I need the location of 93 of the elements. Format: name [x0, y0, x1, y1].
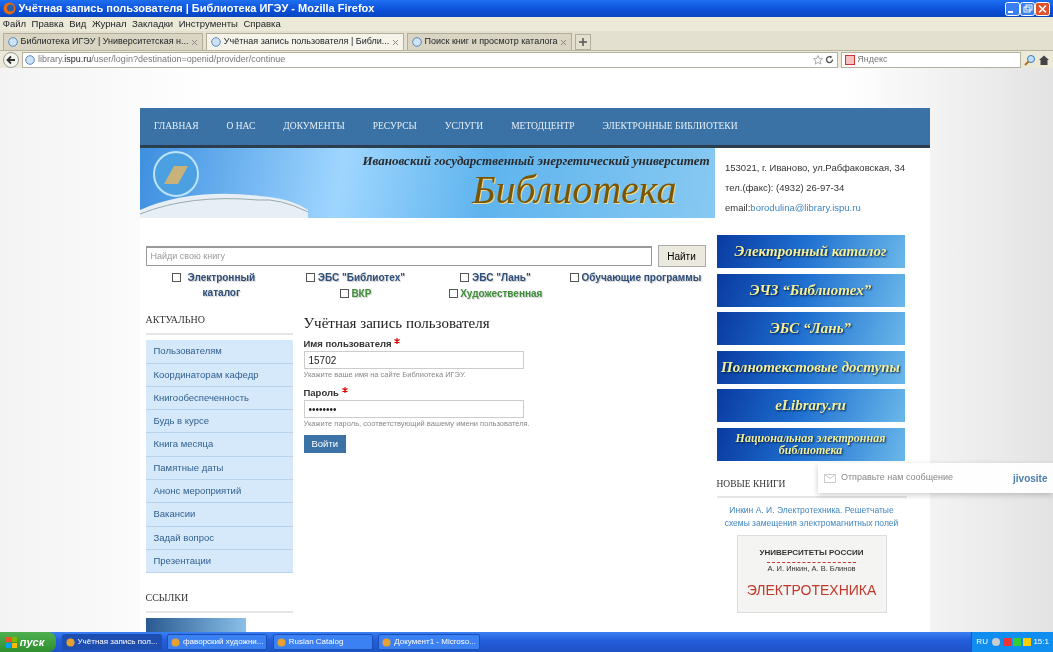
banner-title: Библиотека [472, 170, 677, 211]
checkbox[interactable] [172, 272, 182, 282]
resource-banner[interactable]: Электронный каталог [716, 235, 905, 268]
menu-item[interactable]: Правка [31, 16, 64, 32]
nav-link-item[interactable]: РЕСУРСЫ [372, 119, 417, 134]
sidebar-link[interactable]: Презентации [145, 549, 293, 574]
globe-icon [211, 37, 222, 47]
chat-widget[interactable]: Отправьте нам сообщение jivosite [818, 463, 1053, 493]
resource-banner[interactable]: eLibrary.ru [716, 389, 905, 422]
browser-tab[interactable]: Учётная запись пользователя | Библи... [206, 33, 404, 50]
contact-phone: тел.(факс): (4932) 26-97-34 [725, 181, 846, 195]
windows-logo-icon [6, 636, 17, 648]
sidebar-link[interactable]: Будь в курсе [145, 410, 293, 434]
home-icon[interactable] [1038, 53, 1051, 66]
browser-tab[interactable]: Поиск книг и просмотр каталога [406, 33, 573, 50]
nav-link-item[interactable]: УСЛУГИ [444, 119, 484, 134]
filter-label[interactable]: ВКР [351, 285, 372, 301]
menu-item[interactable]: Файл [2, 16, 27, 32]
sidebar-link[interactable]: Памятные даты [145, 456, 293, 481]
book-link[interactable]: Инкин А. И. Электротехника. Решетчатые схемы замещения электромагнитных полей [716, 503, 907, 530]
resource-banner[interactable]: ЭБС “Лань” [716, 312, 905, 345]
taskbar-button[interactable]: Документ1 - Microso... [378, 634, 480, 650]
nav-link-item[interactable]: МЕТОДЦЕНТР [511, 119, 575, 134]
globe-icon [7, 37, 18, 47]
start-button[interactable]: пуск [0, 632, 57, 652]
cover-title: ЭЛЕКТРОТЕХНИКА [746, 581, 877, 600]
app-icon [276, 637, 286, 647]
input-field[interactable]: •••••••• [303, 400, 524, 419]
checkbox[interactable] [448, 288, 458, 298]
email-link[interactable]: borodulina@library.ispu.ru [750, 198, 861, 218]
browser-logo-icon [2, 2, 16, 15]
app-icon [65, 637, 75, 647]
browser-tab[interactable]: Библиотека ИГЭУ | Университетская н... [2, 33, 204, 50]
checkbox[interactable] [339, 288, 349, 298]
new-tab-icon[interactable] [575, 34, 592, 50]
chat-brand: jivosite [1013, 471, 1048, 486]
close-icon[interactable] [392, 38, 399, 46]
cover-series: УНИВЕРСИТЕТЫ РОССИИ [759, 546, 864, 559]
minimize-icon[interactable] [1005, 1, 1021, 16]
field-label: Имя пользователя [303, 337, 530, 352]
form-title: Учётная запись пользователя [303, 313, 491, 333]
menu-item[interactable]: Инструменты [178, 16, 238, 32]
input-field[interactable]: 15702 [303, 351, 524, 370]
search-field[interactable]: Яндекс [840, 51, 1021, 68]
clock: 15:1 [1033, 636, 1049, 648]
window-title: Учётная запись пользователя | Библиотека ИГЭУ - Mozilla Firefox [18, 1, 376, 17]
app-icon [382, 637, 392, 647]
back-icon[interactable] [2, 51, 19, 68]
banner-subtitle: Ивановский государственный энергетический университет [362, 151, 710, 170]
search-button[interactable]: Найти [657, 245, 706, 267]
restore-icon[interactable] [1020, 1, 1036, 16]
taskbar-button[interactable]: фаворский художни... [167, 634, 268, 650]
email-label: email: [725, 201, 751, 215]
envelope-icon [823, 473, 836, 483]
section-heading: ССЫЛКИ [145, 589, 293, 613]
filter-label[interactable]: Обучающие программы [581, 269, 702, 285]
filter-label[interactable]: Электронный каталог [183, 269, 259, 301]
app-icon [171, 637, 181, 647]
checkbox[interactable] [460, 272, 470, 282]
sidebar-link[interactable]: Вакансии [145, 503, 293, 527]
globe-icon [411, 37, 422, 47]
resource-banner[interactable]: ЭЧЗ “Библиотех” [716, 273, 905, 307]
sidebar-link[interactable]: Пользователям [145, 340, 293, 364]
nav-link-item[interactable]: О НАС [226, 119, 256, 134]
checkbox[interactable] [306, 272, 316, 282]
checkbox[interactable] [569, 272, 579, 282]
nav-link-item[interactable]: ЭЛЕКТРОННЫЕ БИБЛИОТЕКИ [602, 119, 738, 134]
search-engine-icon [844, 54, 855, 65]
resource-banner[interactable]: Полнотекстовые доступы [716, 350, 905, 384]
menu-item[interactable]: Закладки [132, 16, 174, 32]
filter-label[interactable]: ЭБС "Лань" [472, 269, 531, 285]
resource-banner[interactable]: Национальная электронная библиотека [716, 427, 905, 461]
language-indicator[interactable]: RU [976, 636, 988, 648]
search-field[interactable]: Найди свою книгу [145, 246, 652, 266]
sidebar-link[interactable]: Книгообеспеченность [145, 386, 293, 411]
menu-item[interactable]: Справка [243, 16, 281, 32]
taskbar-button[interactable]: Ruslan Catalog [272, 634, 373, 650]
nav-link-item[interactable]: ДОКУМЕНТЫ [283, 119, 345, 134]
login-button[interactable]: Войти [303, 435, 347, 454]
field-label: Пароль [303, 386, 530, 401]
section-heading: АКТУАЛЬНО [145, 311, 293, 335]
filter-label[interactable]: Художественная [460, 285, 543, 301]
sidebar-link[interactable]: Задай вопрос [145, 526, 293, 550]
tray-icons-drawing [990, 637, 1031, 647]
sidebar-link[interactable]: Координаторам кафедр [145, 363, 293, 387]
contact-address: 153021, г. Иваново, ул.Рабфаковская, 34 [725, 161, 906, 175]
taskbar-button[interactable]: Учётная запись пол... [61, 634, 162, 650]
filter-label[interactable]: ЭБС "Библиотех" [317, 269, 405, 285]
sidebar-link[interactable]: Книга месяца [145, 433, 293, 457]
menu-item[interactable]: Журнал [91, 16, 127, 32]
nav-link-item[interactable]: ГЛАВНАЯ [154, 119, 199, 134]
menu-item[interactable]: Вид [69, 16, 87, 32]
sidebar-link[interactable]: Анонс мероприятий [145, 480, 293, 504]
